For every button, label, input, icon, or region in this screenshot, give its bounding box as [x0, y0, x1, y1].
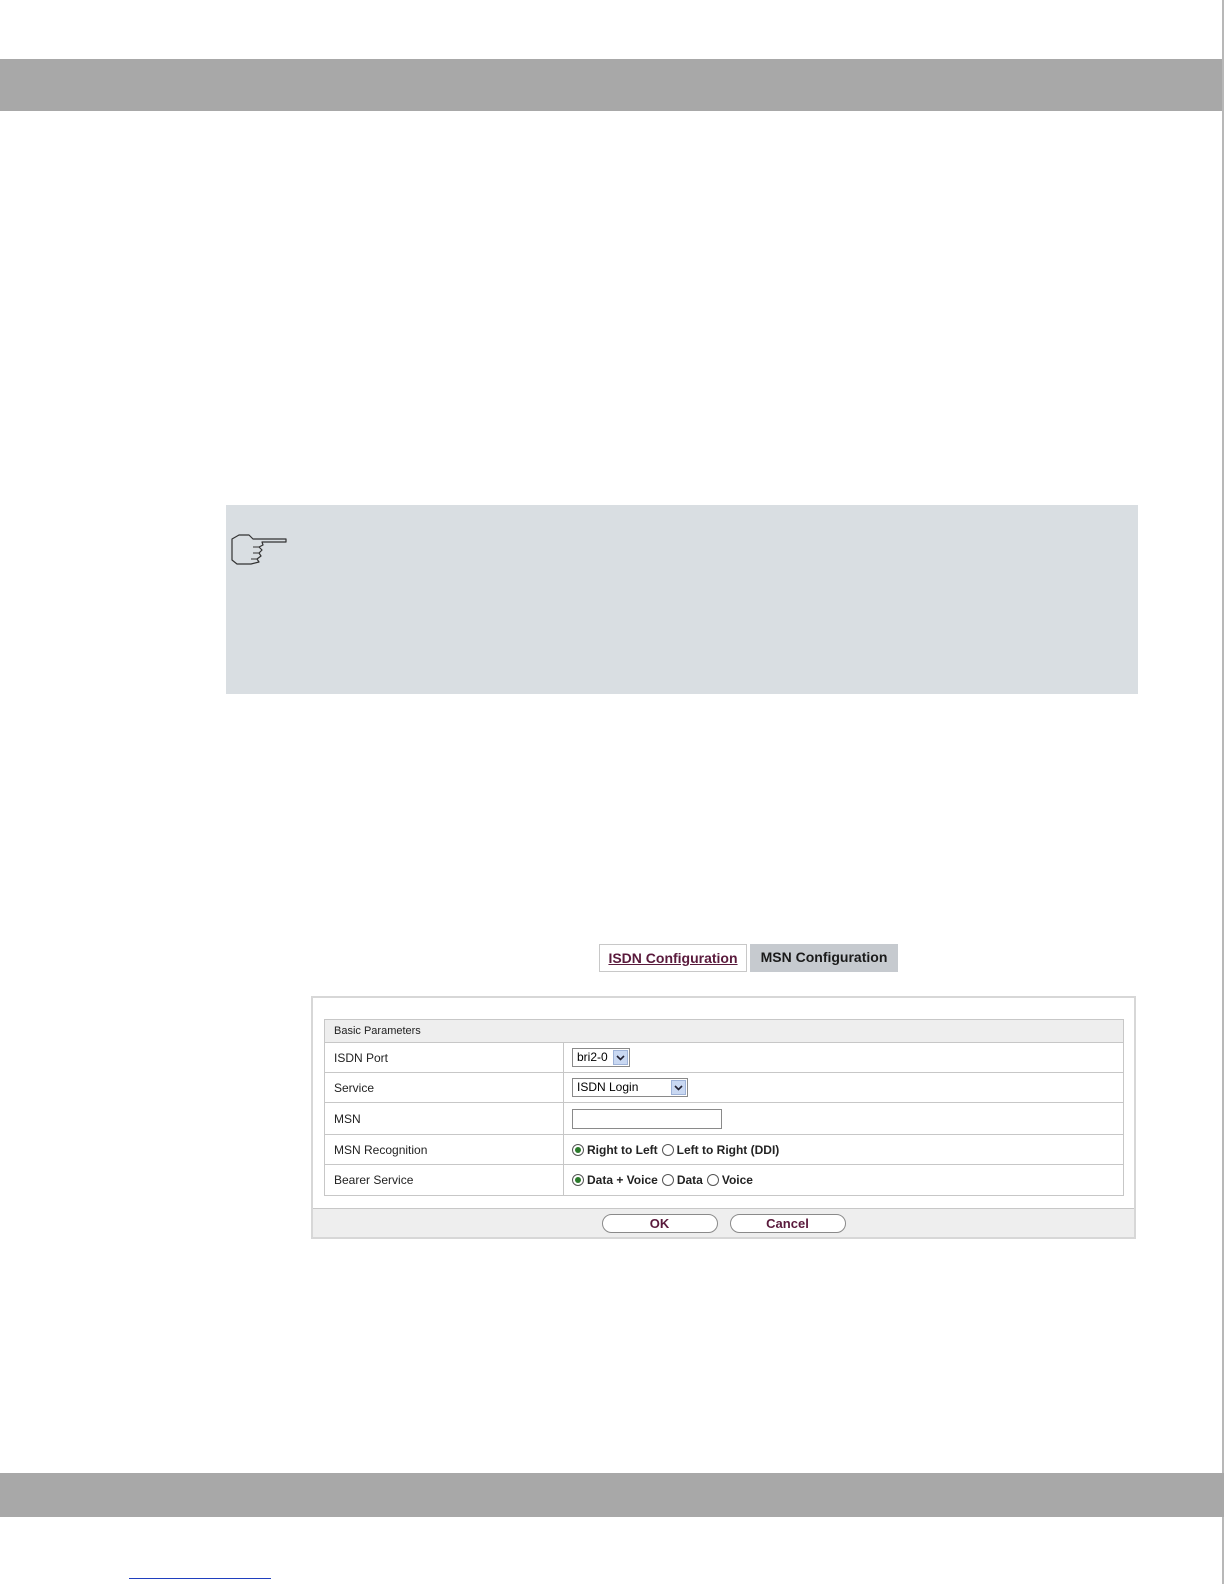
note-box [226, 505, 1138, 694]
bearer-service-label: Bearer Service [325, 1165, 564, 1195]
pointing-hand-icon [231, 534, 287, 565]
footer-link-underline[interactable] [129, 1578, 271, 1579]
button-bar: OK Cancel [313, 1208, 1134, 1237]
radio-dot[interactable] [661, 1143, 674, 1156]
row-msn-recognition: MSN Recognition Right to Left Left to Ri… [325, 1135, 1123, 1165]
radio-dot[interactable] [706, 1174, 719, 1186]
chevron-down-icon[interactable] [612, 1050, 628, 1065]
radio-left-to-right[interactable]: Left to Right (DDI) [661, 1143, 779, 1157]
section-title: Basic Parameters [325, 1020, 1123, 1043]
tab-bar: ISDN Configuration MSN Configuration [599, 944, 898, 972]
chevron-down-icon[interactable] [671, 1080, 686, 1095]
config-panel: Basic Parameters ISDN Port bri2-0 Servic… [311, 996, 1136, 1239]
bearer-service-radios: Data + Voice Data Voice [572, 1173, 757, 1187]
isdn-port-value: bri2-0 [577, 1050, 608, 1064]
cancel-button[interactable]: Cancel [729, 1213, 846, 1233]
basic-parameters-group: Basic Parameters ISDN Port bri2-0 Servic… [324, 1019, 1124, 1196]
row-msn: MSN [325, 1103, 1123, 1135]
row-service: Service ISDN Login [325, 1073, 1123, 1103]
radio-dot[interactable] [572, 1143, 584, 1156]
service-value: ISDN Login [577, 1080, 639, 1094]
row-bearer-service: Bearer Service Data + Voice Data Voice [325, 1165, 1123, 1195]
radio-dot[interactable] [661, 1174, 674, 1186]
msn-recognition-radios: Right to Left Left to Right (DDI) [572, 1143, 783, 1157]
row-isdn-port: ISDN Port bri2-0 [325, 1043, 1123, 1073]
radio-data-voice[interactable]: Data + Voice [572, 1173, 658, 1187]
radio-data[interactable]: Data [661, 1173, 703, 1187]
header-band [0, 59, 1224, 111]
radio-voice[interactable]: Voice [706, 1173, 753, 1187]
footer-band [0, 1473, 1224, 1517]
isdn-port-select[interactable]: bri2-0 [572, 1048, 630, 1067]
radio-dot[interactable] [572, 1174, 584, 1186]
service-label: Service [325, 1073, 564, 1102]
isdn-port-label: ISDN Port [325, 1043, 564, 1072]
msn-input[interactable] [572, 1108, 722, 1129]
tab-isdn-configuration[interactable]: ISDN Configuration [599, 944, 747, 972]
ok-button[interactable]: OK [601, 1213, 718, 1233]
msn-label: MSN [325, 1103, 564, 1134]
msn-recognition-label: MSN Recognition [325, 1135, 564, 1164]
tab-msn-configuration[interactable]: MSN Configuration [750, 944, 898, 972]
service-select[interactable]: ISDN Login [572, 1078, 688, 1097]
radio-right-to-left[interactable]: Right to Left [572, 1143, 658, 1157]
